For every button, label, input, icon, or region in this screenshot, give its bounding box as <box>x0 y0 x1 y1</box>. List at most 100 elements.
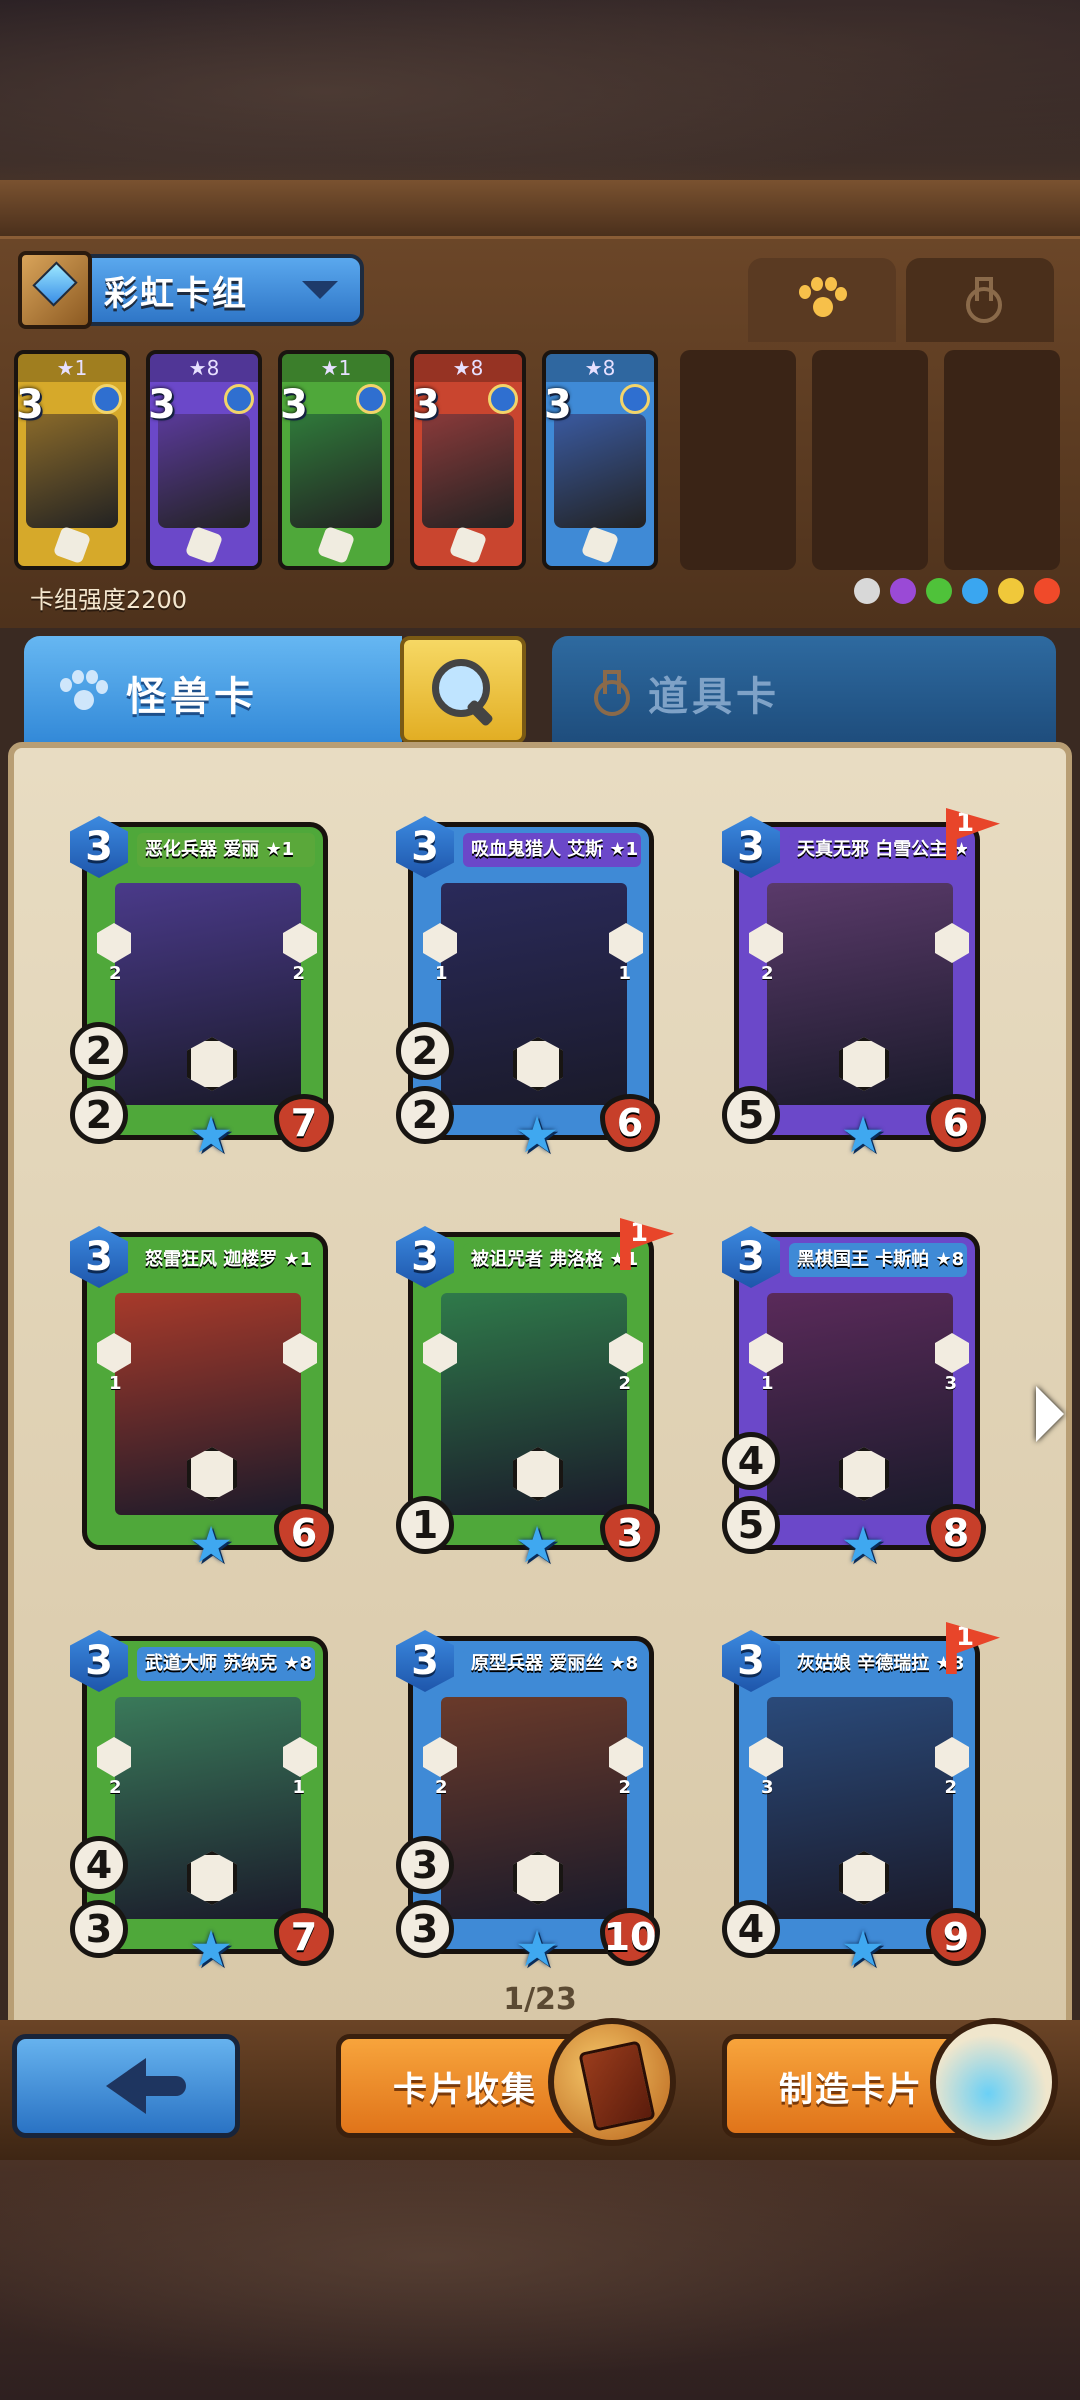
deck-strength: 卡组强度2200 <box>30 586 188 614</box>
deck-selector[interactable]: 彩虹卡组 <box>18 251 364 329</box>
card-health: 6 <box>926 1094 986 1152</box>
left-skill-value: 1 <box>761 1373 774 1394</box>
star-icon: ★ <box>840 1920 886 1978</box>
monster-card[interactable]: 原型兵器 爱丽丝 ★8 2 2 3 3 3 10 ★ <box>394 1630 660 1974</box>
monster-card[interactable]: 恶化兵器 爱丽 ★1 2 2 3 2 2 7 ★ <box>68 816 334 1160</box>
gem-icon <box>92 384 122 414</box>
back-button[interactable] <box>12 2034 240 2138</box>
card-title: 被诅咒者 弗洛格 ★1 <box>463 1243 641 1277</box>
card-title: 天真无邪 白雪公主 ★8 <box>789 833 967 867</box>
tab-monster-deck[interactable] <box>748 258 896 342</box>
deck-slots: ★1 3 ★8 3 ★1 3 ★8 3 ★8 3 <box>14 350 1066 570</box>
card-album-icon[interactable] <box>548 2018 676 2146</box>
monster-card[interactable]: 天真无邪 白雪公主 ★8 2 3 5 6 ★ 1 <box>720 808 1000 1160</box>
card-title: 吸血鬼猎人 艾斯 ★1 <box>463 833 641 867</box>
tab-monster-cards[interactable]: 怪兽卡 <box>24 636 402 750</box>
card-frame: 天真无邪 白雪公主 ★8 2 <box>734 822 980 1140</box>
monster-card[interactable]: 怒雷狂风 迦楼罗 ★1 1 3 6 ★ <box>68 1226 334 1570</box>
dice-icon <box>52 525 92 565</box>
left-skill-value: 1 <box>109 1373 122 1394</box>
flask-icon <box>960 277 1002 323</box>
card-cost-value: 3 <box>737 1638 765 1684</box>
card-art <box>26 414 118 528</box>
star-icon: ★ <box>840 1516 886 1574</box>
card-cost-value: 3 <box>85 824 113 870</box>
card-cost-value: 3 <box>737 1234 765 1280</box>
star-icon: ★ <box>840 1106 886 1164</box>
deck-card-slot-3[interactable]: ★1 3 <box>278 350 394 570</box>
gem-icon <box>488 384 518 414</box>
card-stars: ★8 <box>150 354 258 382</box>
monster-card[interactable]: 吸血鬼猎人 艾斯 ★1 1 1 3 2 2 6 ★ <box>394 816 660 1160</box>
paw-icon <box>799 277 847 323</box>
chevron-down-icon <box>302 281 338 299</box>
monster-card[interactable]: 被诅咒者 弗洛格 ★1 2 3 1 3 ★ 1 <box>394 1218 674 1570</box>
card-cost: 3 <box>412 382 440 428</box>
card-attack: 5 <box>722 1496 780 1554</box>
card-frame: 原型兵器 爱丽丝 ★8 2 2 <box>408 1636 654 1954</box>
flask-icon <box>588 670 630 716</box>
card-attack: 3 <box>70 1900 128 1958</box>
deck-card-slot-2[interactable]: ★8 3 <box>146 350 262 570</box>
empty-deck-slot[interactable] <box>944 350 1060 570</box>
card-health: 7 <box>274 1908 334 1966</box>
right-skill-value: 2 <box>618 1777 631 1798</box>
search-icon <box>428 655 498 725</box>
gem-icon <box>620 384 650 414</box>
right-skill-value: 1 <box>292 1777 305 1798</box>
card-title: 原型兵器 爱丽丝 ★8 <box>463 1647 641 1681</box>
left-skill-value: 2 <box>761 963 774 984</box>
card-health: 3 <box>600 1504 660 1562</box>
deck-card-slot-5[interactable]: ★8 3 <box>542 350 658 570</box>
monster-card[interactable]: 灰姑娘 辛德瑞拉 ★8 3 2 3 4 9 ★ 1 <box>720 1622 1000 1974</box>
card-cost: 3 <box>544 382 572 428</box>
card-attack: 2 <box>70 1086 128 1144</box>
thunder-element-icon <box>998 578 1024 604</box>
paw-icon <box>60 670 108 716</box>
tab-item-cards[interactable]: 道具卡 <box>552 636 1056 750</box>
card-stars: ★8 <box>546 354 654 382</box>
card-art <box>422 414 514 528</box>
green-element-icon <box>926 578 952 604</box>
gem-icon <box>356 384 386 414</box>
empty-deck-slot[interactable] <box>812 350 928 570</box>
top-rail <box>0 180 1080 240</box>
card-title: 黑棋国王 卡斯帕 ★8 <box>789 1243 967 1277</box>
card-frame: 武道大师 苏纳克 ★8 2 1 <box>82 1636 328 1954</box>
card-art <box>554 414 646 528</box>
hook-icon <box>580 525 620 565</box>
card-cost: 3 <box>280 382 308 428</box>
next-arrow-icon[interactable] <box>1036 1386 1064 1442</box>
fire-element-icon <box>1034 578 1060 604</box>
card-title: 灰姑娘 辛德瑞拉 ★8 <box>789 1647 967 1681</box>
card-frame: 灰姑娘 辛德瑞拉 ★8 3 2 <box>734 1636 980 1954</box>
monster-card[interactable]: 武道大师 苏纳克 ★8 2 1 3 4 3 7 ★ <box>68 1630 334 1974</box>
monster-card[interactable]: 黑棋国王 卡斯帕 ★8 1 3 3 4 5 8 ★ <box>720 1226 986 1570</box>
card-health: 6 <box>274 1504 334 1562</box>
card-cost-value: 3 <box>85 1234 113 1280</box>
left-skill-value: 2 <box>435 1777 448 1798</box>
card-stars: ★1 <box>18 354 126 382</box>
sword-icon <box>448 525 488 565</box>
card-stars: ★1 <box>282 354 390 382</box>
card-attack: 2 <box>396 1086 454 1144</box>
tab-monster-label: 怪兽卡 <box>126 674 258 720</box>
deck-card-slot-4[interactable]: ★8 3 <box>410 350 526 570</box>
deck-book-icon <box>18 251 92 329</box>
purple-element-icon <box>890 578 916 604</box>
card-frame: 黑棋国王 卡斯帕 ★8 1 3 <box>734 1232 980 1550</box>
left-skill-value: 2 <box>109 1777 122 1798</box>
tab-item-deck[interactable] <box>906 258 1054 342</box>
deck-card-slot-1[interactable]: ★1 3 <box>14 350 130 570</box>
gem-icon <box>224 384 254 414</box>
empty-deck-slot[interactable] <box>680 350 796 570</box>
sword-icon <box>316 525 356 565</box>
page-indicator: 1/23 <box>503 1982 577 2017</box>
potion-jar-icon[interactable] <box>930 2018 1058 2146</box>
card-frame: 吸血鬼猎人 艾斯 ★1 1 1 <box>408 822 654 1140</box>
right-skill-value: 1 <box>618 963 631 984</box>
card-attack: 4 <box>722 1900 780 1958</box>
card-defense: 4 <box>722 1432 780 1490</box>
search-button[interactable] <box>400 636 526 744</box>
card-title: 怒雷狂风 迦楼罗 ★1 <box>137 1243 315 1277</box>
